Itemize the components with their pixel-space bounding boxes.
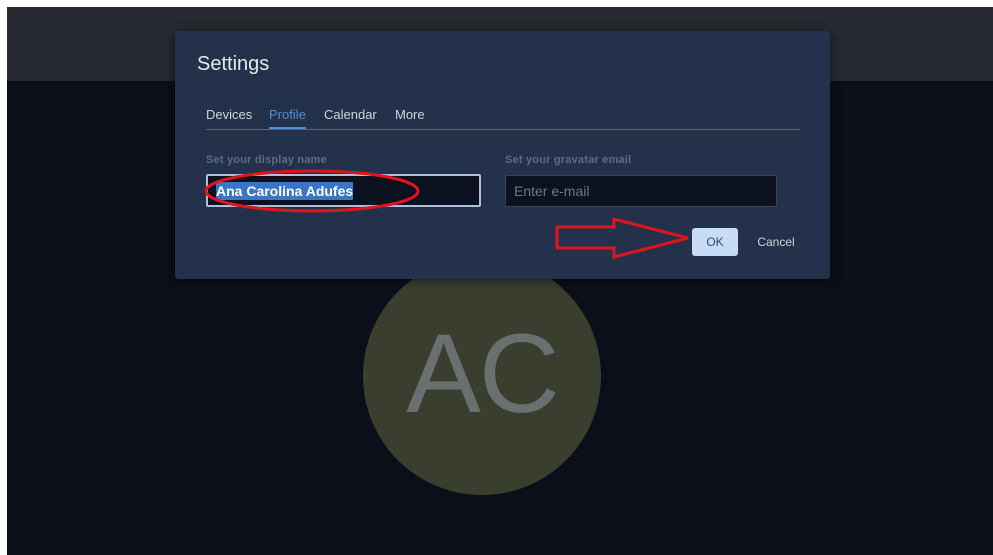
display-name-label: Set your display name <box>206 154 327 166</box>
display-name-input[interactable]: Ana Carolina Adufes <box>206 174 481 207</box>
gravatar-email-input[interactable] <box>505 175 777 207</box>
tab-bar: Devices Profile Calendar More <box>206 107 800 130</box>
cancel-button[interactable]: Cancel <box>747 228 805 256</box>
tab-calendar[interactable]: Calendar <box>324 107 377 128</box>
avatar: AC <box>363 257 601 495</box>
avatar-initials: AC <box>406 310 560 436</box>
dialog-title: Settings <box>197 53 270 75</box>
ok-button[interactable]: OK <box>692 228 738 256</box>
tab-devices[interactable]: Devices <box>206 107 252 128</box>
gravatar-email-label: Set your gravatar email <box>505 154 632 166</box>
settings-dialog: Settings Devices Profile Calendar More S… <box>175 31 830 279</box>
tab-more[interactable]: More <box>395 107 425 128</box>
tab-profile[interactable]: Profile <box>269 107 306 129</box>
display-name-value: Ana Carolina Adufes <box>216 181 354 200</box>
